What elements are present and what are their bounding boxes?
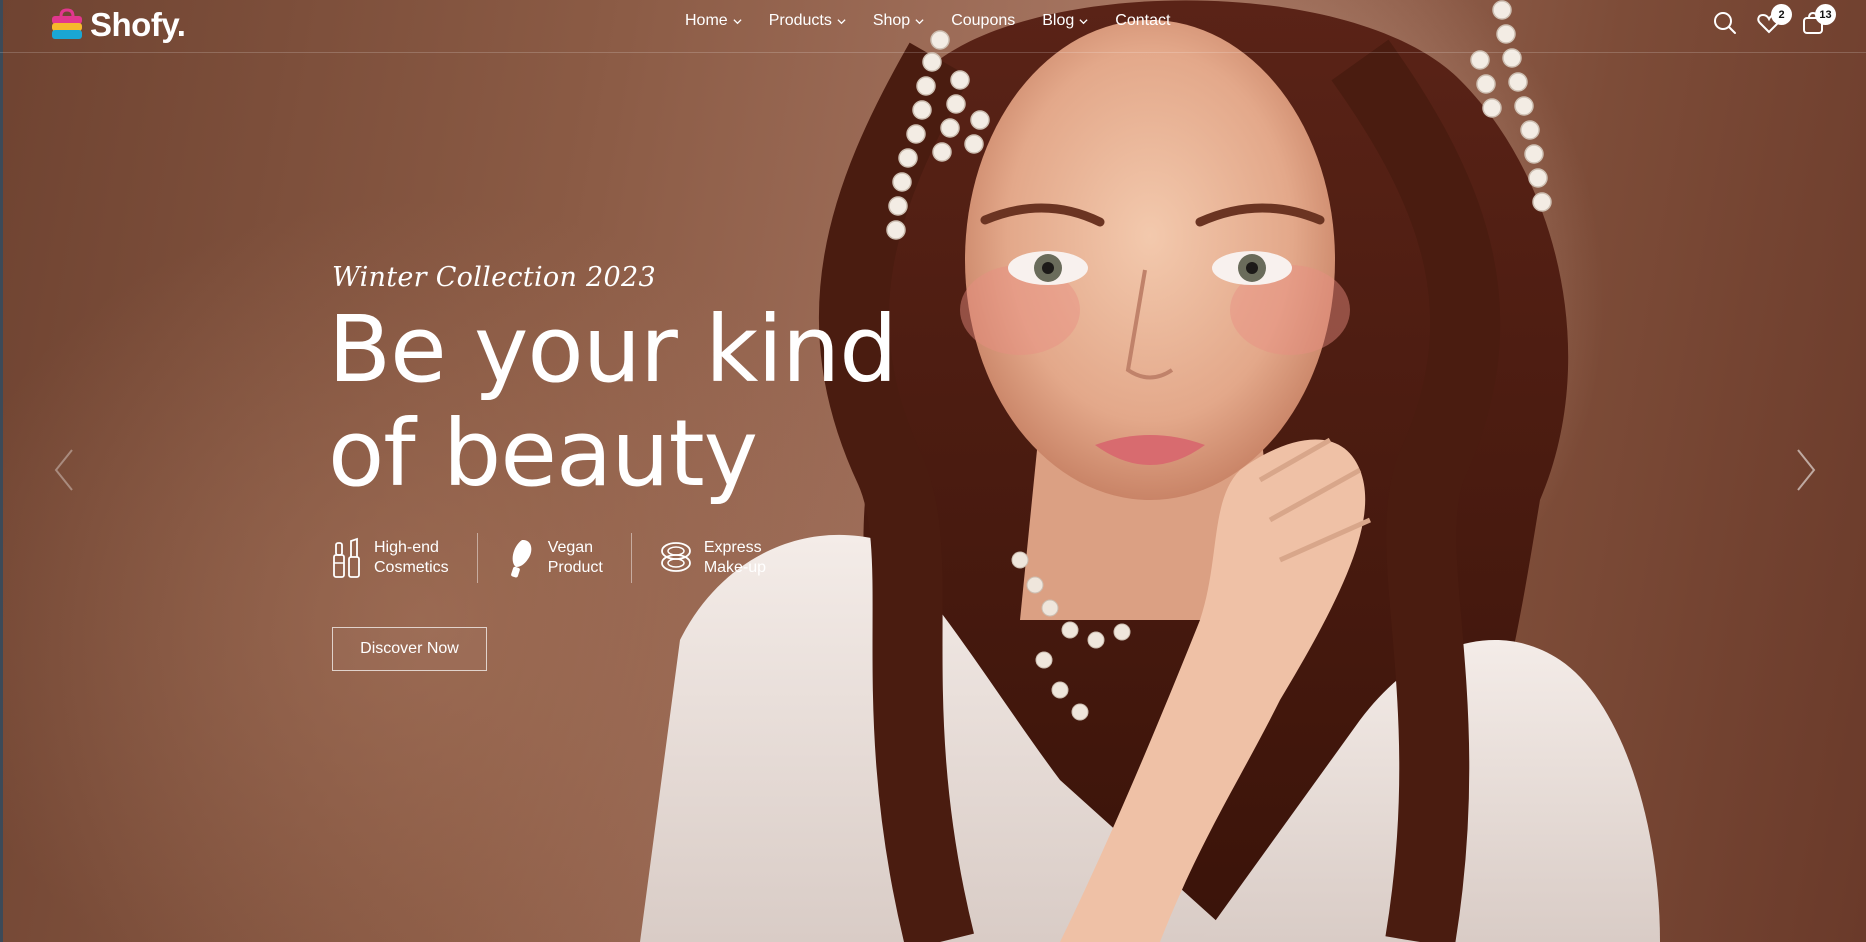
chevron-down-icon [837, 18, 846, 24]
nav-item-home[interactable]: Home [685, 12, 742, 30]
wishlist-count-badge: 2 [1771, 4, 1792, 25]
nav-item-label: Blog [1042, 12, 1075, 29]
nav-item-label: Home [685, 12, 728, 29]
brand-logo[interactable]: Shofy. [50, 6, 186, 44]
nav-item-contact[interactable]: Contact [1115, 12, 1170, 30]
compact-powder-icon [660, 542, 691, 572]
search-icon [1714, 12, 1736, 34]
feature-label: Express Make-up [704, 538, 766, 578]
feature-line-2: Cosmetics [374, 559, 449, 576]
wishlist-button[interactable]: 2 [1756, 4, 1792, 36]
chevron-left-icon[interactable] [52, 448, 76, 492]
nav-item-label: Coupons [951, 12, 1016, 29]
nav-item-label: Shop [872, 12, 911, 29]
hero-title: Be your kind of beauty [328, 298, 948, 506]
chevron-down-icon [1079, 18, 1088, 24]
hero-features: High-end Cosmetics Vegan Product Express… [332, 533, 766, 583]
site-header: Shofy. Home Products Shop Coupons Blog C… [0, 0, 1866, 53]
feature-divider [630, 533, 632, 583]
search-button[interactable] [1712, 10, 1738, 36]
main-navigation: Home Products Shop Coupons Blog Contact [685, 12, 1197, 30]
lipstick-icon [333, 537, 360, 578]
nav-item-coupons[interactable]: Coupons [951, 12, 1015, 30]
brush-icon [510, 539, 532, 578]
nav-item-blog[interactable]: Blog [1042, 12, 1088, 30]
feature-cosmetics: High-end Cosmetics [332, 537, 449, 579]
cart-count-badge: 13 [1815, 4, 1836, 25]
shopping-bag-logo-icon [50, 8, 84, 42]
feature-line-2: Product [547, 559, 603, 576]
feature-line-1: Express [703, 539, 762, 556]
header-actions: 2 13 [1712, 4, 1836, 36]
discover-now-button[interactable]: Discover Now [332, 627, 487, 671]
feature-makeup: Express Make-up [660, 537, 766, 579]
feature-vegan: Vegan Product [506, 537, 603, 579]
feature-line-1: High-end [374, 539, 439, 556]
chevron-right-icon[interactable] [1794, 448, 1818, 492]
feature-divider [476, 533, 478, 583]
feature-line-2: Make-up [703, 559, 767, 576]
nav-item-shop[interactable]: Shop [873, 12, 924, 30]
nav-item-label: Products [768, 12, 832, 29]
feature-label: High-end Cosmetics [374, 538, 449, 578]
nav-item-products[interactable]: Products [769, 12, 846, 30]
cart-button[interactable]: 13 [1800, 4, 1836, 36]
nav-item-label: Contact [1115, 12, 1171, 29]
page-edge [0, 0, 3, 942]
feature-label: Vegan Product [548, 538, 603, 578]
hero-title-line-1: Be your kind [328, 296, 898, 403]
chevron-down-icon [915, 18, 924, 24]
hero-subtitle: Winter Collection 2023 [332, 262, 656, 293]
feature-line-1: Vegan [547, 539, 594, 556]
chevron-down-icon [733, 18, 742, 24]
hero-title-line-2: of beauty [328, 400, 758, 507]
brand-name: Shofy. [90, 6, 186, 43]
